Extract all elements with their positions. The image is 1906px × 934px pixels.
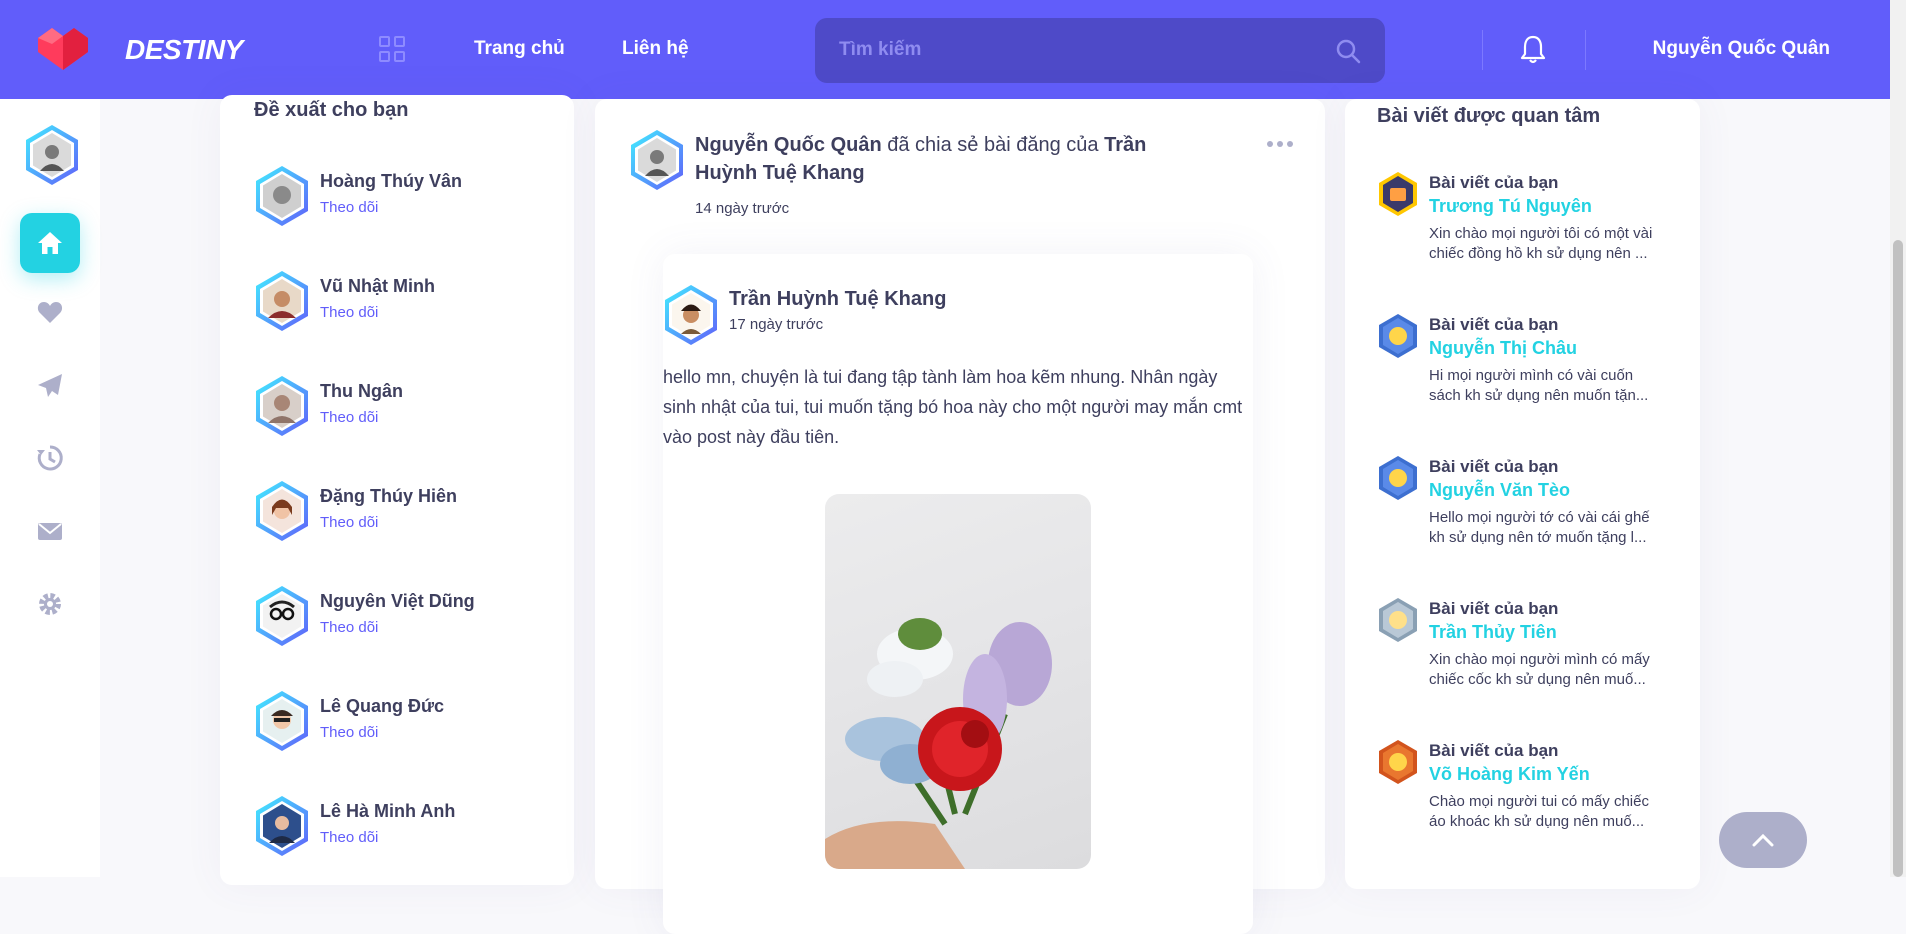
- page-scrollbar[interactable]: [1890, 0, 1906, 877]
- follow-link[interactable]: Theo dõi: [320, 829, 378, 846]
- brand-name[interactable]: DESTINY: [125, 34, 243, 66]
- badge-icon: [1379, 598, 1417, 642]
- trending-desc: Xin chào mọi người tôi có một vài chiếc …: [1429, 225, 1653, 262]
- post-image[interactable]: [825, 494, 1091, 869]
- user-avatar[interactable]: [24, 124, 80, 186]
- trending-panel: Bài viết được quan tâm Bài viết của bạn …: [1345, 99, 1700, 889]
- suggestion-item: Lê Quang Đức Theo dõi: [254, 690, 554, 760]
- avatar[interactable]: [254, 795, 310, 857]
- home-icon: [38, 232, 62, 254]
- trending-title: Bài viết được quan tâm: [1377, 105, 1601, 127]
- suggestions-title: Đề xuất cho bạn: [254, 99, 409, 121]
- mail-icon[interactable]: [36, 517, 64, 545]
- suggestion-item: Hoàng Thúy Vân Theo dõi: [254, 165, 554, 235]
- trending-author[interactable]: Nguyễn Văn Tèo: [1429, 480, 1570, 501]
- search-input[interactable]: Tìm kiếm: [815, 18, 1385, 83]
- avatar[interactable]: [254, 690, 310, 752]
- person-name[interactable]: Lê Quang Đức: [320, 696, 444, 717]
- person-name[interactable]: Lê Hà Minh Anh: [320, 801, 455, 822]
- person-name[interactable]: Nguyên Việt Dũng: [320, 591, 475, 612]
- trending-label: Bài viết của bạn: [1429, 457, 1559, 476]
- send-icon[interactable]: [36, 372, 64, 400]
- post-time: 14 ngày trước: [695, 200, 790, 217]
- feed-post-card: Nguyễn Quốc Quân đã chia sẻ bài đăng của…: [595, 99, 1325, 934]
- suggestions-panel: Đề xuất cho bạn Hoàng Thúy Vân Theo dõi …: [220, 95, 574, 885]
- trending-item[interactable]: Bài viết của bạn Trương Tú Nguyên Xin ch…: [1377, 171, 1677, 291]
- suggestion-item: Thu Ngân Theo dõi: [254, 375, 554, 445]
- shared-text: đã chia sẻ bài đăng của: [887, 134, 1099, 156]
- badge-icon: [1379, 456, 1417, 500]
- avatar[interactable]: [663, 284, 719, 346]
- badge-icon: [1379, 740, 1417, 784]
- header-divider: [1585, 30, 1586, 70]
- nav-contact-link[interactable]: Liên hệ: [622, 38, 689, 60]
- sharer-name[interactable]: Nguyễn Quốc Quân: [695, 134, 882, 156]
- chevron-up-icon: [1752, 833, 1774, 847]
- badge-icon: [1379, 314, 1417, 358]
- follow-link[interactable]: Theo dõi: [320, 199, 378, 216]
- follow-link[interactable]: Theo dõi: [320, 724, 378, 741]
- follow-link[interactable]: Theo dõi: [320, 304, 378, 321]
- avatar[interactable]: [629, 129, 685, 191]
- follow-link[interactable]: Theo dõi: [320, 409, 378, 426]
- trending-label: Bài viết của bạn: [1429, 599, 1559, 618]
- suggestion-item: Nguyên Việt Dũng Theo dõi: [254, 585, 554, 655]
- scroll-to-top-button[interactable]: [1719, 812, 1807, 868]
- trending-item[interactable]: Bài viết của bạn Trần Thủy Tiên Xin chào…: [1377, 597, 1677, 717]
- trending-desc: Xin chào mọi người mình có mấy chiếc cốc…: [1429, 651, 1650, 688]
- destiny-logo[interactable]: [34, 22, 92, 72]
- trending-label: Bài viết của bạn: [1429, 741, 1559, 760]
- search-placeholder: Tìm kiếm: [839, 39, 922, 60]
- trending-label: Bài viết của bạn: [1429, 315, 1559, 334]
- trending-author[interactable]: Nguyễn Thị Châu: [1429, 338, 1577, 359]
- post-body: hello mn, chuyện là tui đang tập tành là…: [663, 367, 1243, 447]
- header-user-name[interactable]: Nguyễn Quốc Quân: [1653, 38, 1830, 60]
- avatar[interactable]: [254, 375, 310, 437]
- person-name[interactable]: Vũ Nhật Minh: [320, 276, 435, 297]
- gear-icon[interactable]: [36, 590, 64, 618]
- flower-bouquet-image: [825, 618, 1052, 869]
- shared-post: Trần Huỳnh Tuệ Khang 17 ngày trước hello…: [663, 254, 1253, 934]
- person-name[interactable]: Hoàng Thúy Vân: [320, 171, 462, 192]
- history-icon[interactable]: [36, 444, 64, 472]
- trending-desc: Hello mọi người tớ có vài cái ghế kh sử …: [1429, 509, 1650, 546]
- trending-label: Bài viết của bạn: [1429, 173, 1559, 192]
- header-divider: [1482, 30, 1483, 70]
- sidebar-home-button[interactable]: [20, 213, 80, 273]
- shared-post-time: 17 ngày trước: [729, 316, 824, 333]
- heart-icon[interactable]: [36, 298, 64, 326]
- suggestion-item: Lê Hà Minh Anh Theo dõi: [254, 795, 554, 865]
- avatar[interactable]: [254, 165, 310, 227]
- avatar[interactable]: [254, 480, 310, 542]
- suggestion-item: Vũ Nhật Minh Theo dõi: [254, 270, 554, 340]
- person-name[interactable]: Thu Ngân: [320, 381, 403, 402]
- trending-author[interactable]: Võ Hoàng Kim Yến: [1429, 764, 1590, 785]
- avatar[interactable]: [254, 585, 310, 647]
- trending-desc: Hi mọi người mình có vài cuốn sách kh sử…: [1429, 367, 1649, 404]
- suggestion-item: Đặng Thúy Hiên Theo dõi: [254, 480, 554, 550]
- nav-home-link[interactable]: Trang chủ: [474, 38, 565, 60]
- trending-author[interactable]: Trần Thủy Tiên: [1429, 622, 1557, 643]
- person-name[interactable]: Đặng Thúy Hiên: [320, 486, 457, 507]
- shared-author-name[interactable]: Trần Huỳnh Tuệ Khang: [729, 288, 946, 311]
- top-header: DESTINY Trang chủ Liên hệ Tìm kiếm Nguyễ…: [0, 0, 1906, 99]
- app-grid-icon[interactable]: [379, 36, 405, 62]
- trending-item[interactable]: Bài viết của bạn Võ Hoàng Kim Yến Chào m…: [1377, 739, 1677, 859]
- follow-link[interactable]: Theo dõi: [320, 514, 378, 531]
- more-options-icon[interactable]: [1267, 141, 1293, 147]
- bell-icon[interactable]: [1520, 34, 1546, 64]
- scrollbar-thumb[interactable]: [1893, 240, 1903, 877]
- trending-item[interactable]: Bài viết của bạn Nguyễn Văn Tèo Hello mọ…: [1377, 455, 1677, 575]
- avatar[interactable]: [254, 270, 310, 332]
- trending-author[interactable]: Trương Tú Nguyên: [1429, 196, 1592, 217]
- search-icon[interactable]: [1335, 38, 1361, 64]
- badge-icon: [1379, 172, 1417, 216]
- trending-item[interactable]: Bài viết của bạn Nguyễn Thị Châu Hi mọi …: [1377, 313, 1677, 433]
- trending-desc: Chào mọi người tui có mấy chiếc áo khoác…: [1429, 793, 1649, 830]
- follow-link[interactable]: Theo dõi: [320, 619, 378, 636]
- post-header: Nguyễn Quốc Quân đã chia sẻ bài đăng của…: [695, 131, 1175, 187]
